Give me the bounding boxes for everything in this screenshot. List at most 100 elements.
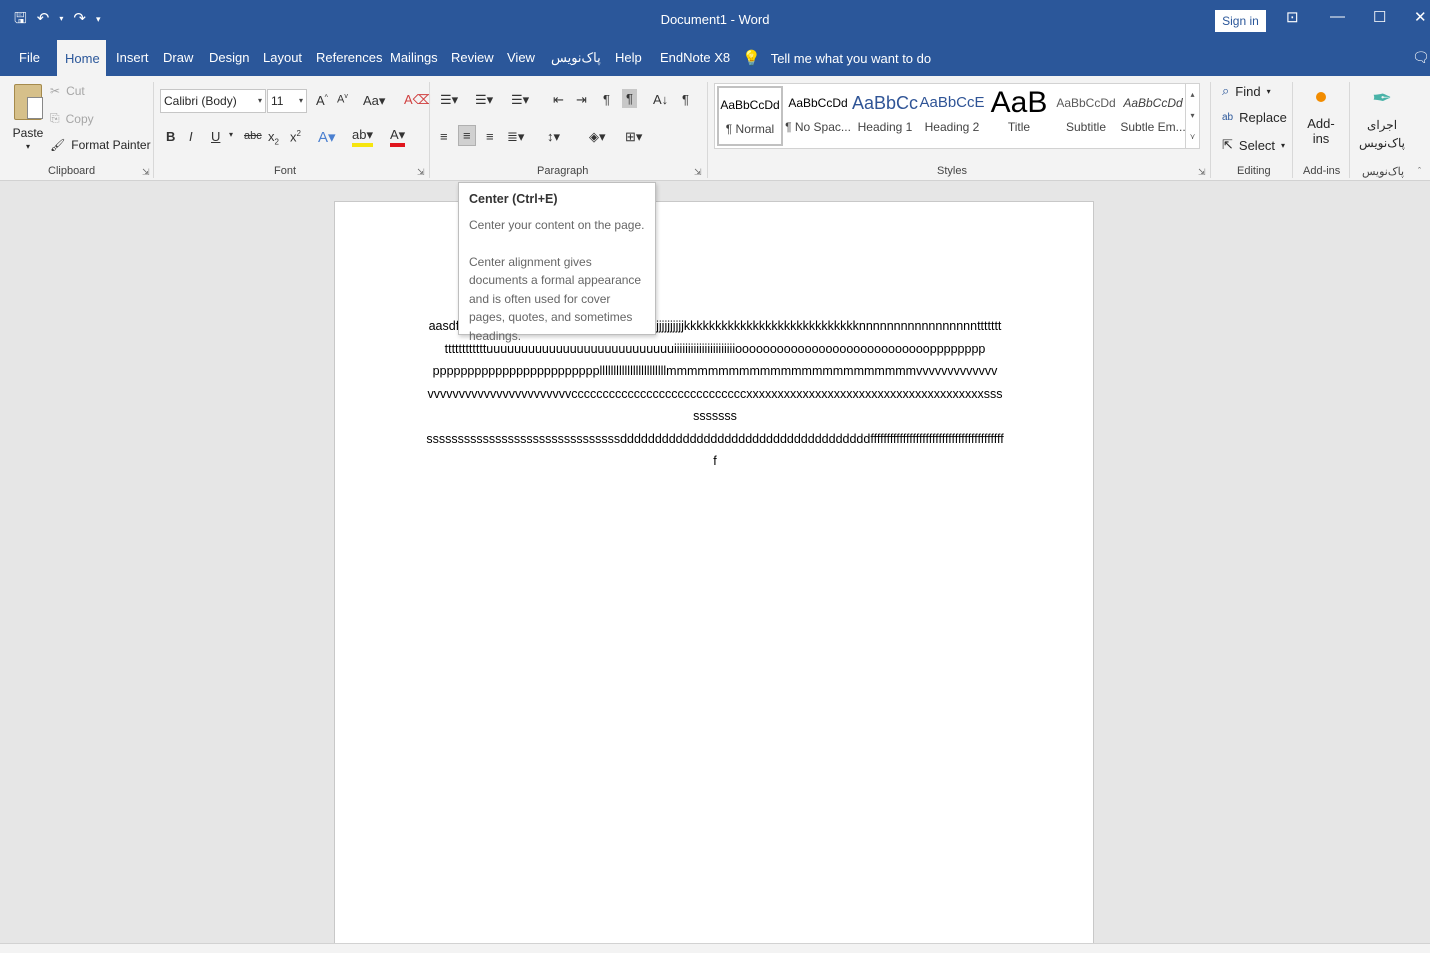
styles-launcher-icon[interactable]: ⇲ [1198,167,1206,178]
replace-button[interactable]: ab Replace [1222,110,1287,125]
maximize-icon[interactable]: ☐ [1373,8,1386,26]
show-formatting-marks-icon[interactable]: ¶ [682,92,689,107]
numbering-icon[interactable]: ☰▾ [475,92,493,108]
styles-scroll[interactable]: ▴ ▾ ⋎ [1185,84,1199,148]
clipboard-launcher-icon[interactable]: ⇲ [142,167,150,178]
font-name-combo[interactable]: Calibri (Body) ▾ [160,89,266,113]
collapse-ribbon-icon[interactable]: ˆ [1418,166,1421,176]
font-name-value: Calibri (Body) [164,94,237,108]
paknevis-run-line1: اجرای [1366,118,1398,132]
close-icon[interactable]: ✕ [1414,8,1427,26]
tab-layout[interactable]: Layout [255,48,310,76]
ribbon-tabs: File Home Insert Draw Design Layout Refe… [0,40,1430,76]
copy-label: Copy [65,111,94,126]
tab-help[interactable]: Help [607,48,650,76]
style-title[interactable]: AaB Title [986,86,1052,146]
paste-button[interactable]: Paste ▾ [10,84,46,151]
align-center-icon[interactable]: ≡ [458,125,476,146]
justify-icon[interactable]: ≣▾ [507,129,524,145]
chevron-down-icon[interactable]: ▾ [229,130,233,139]
add-ins-group-label: Add-ins [1303,165,1341,177]
multilevel-list-icon[interactable]: ☰▾ [511,92,529,108]
ribbon-display-options-icon[interactable]: ⊡ [1286,8,1299,26]
document-page[interactable]: aasdfg jjjjjjjjjjkkkkkkkkkkkkkkkkkkkkkkkk… [334,201,1094,953]
font-launcher-icon[interactable]: ⇲ [417,167,425,178]
tab-endnote[interactable]: EndNote X8 [652,48,738,76]
style-heading-2[interactable]: AaBbCcE Heading 2 [919,86,985,146]
bold-icon[interactable]: B [166,129,175,144]
format-painter-label: Format Painter [71,138,151,152]
separator [1292,82,1293,178]
chevron-down-icon: ▾ [25,142,30,151]
sort-icon[interactable]: A↓ [653,92,668,107]
ltr-direction-icon[interactable]: ¶ [603,92,610,107]
grow-font-icon[interactable]: A^ [316,93,328,108]
tooltip-line-2: Center alignment gives documents a forma… [469,254,642,343]
chevron-down-icon: ▾ [1281,140,1286,150]
add-ins-icon [1316,92,1326,102]
style-normal[interactable]: AaBbCcDd ¶ Normal [717,86,783,146]
tab-file[interactable]: File [11,48,48,76]
separator [429,82,430,178]
style-subtle-emphasis[interactable]: AaBbCcDd Subtle Em... [1120,86,1186,146]
paknevis-run-button[interactable]: ✒ اجرای پاک‌نویس [1354,82,1410,152]
format-painter-button[interactable]: 🖌 Format Painter [50,138,151,152]
select-button[interactable]: ⇱ Select ▾ [1222,137,1285,153]
chevron-down-icon: ▾ [298,96,303,105]
bullets-icon[interactable]: ☰▾ [440,92,458,108]
shrink-font-icon[interactable]: Av [337,93,348,106]
separator [1349,82,1350,178]
rtl-direction-icon[interactable]: ¶ [622,89,637,108]
minimize-icon[interactable]: — [1330,8,1345,25]
clipboard-group-label: Clipboard [48,165,96,177]
cut-button[interactable]: ✂ Cut [50,84,85,98]
underline-icon[interactable]: U [211,129,220,144]
superscript-icon[interactable]: x2 [290,129,301,144]
strikethrough-icon[interactable]: abc [244,130,262,142]
style-subtitle[interactable]: AaBbCcDd Subtitle [1053,86,1119,146]
paste-label: Paste [12,126,44,140]
tab-draw[interactable]: Draw [155,48,201,76]
copy-button[interactable]: ⎘ Copy [50,111,94,126]
add-ins-button[interactable]: Add-ins [1300,88,1342,146]
tab-references[interactable]: References [308,48,390,76]
shading-icon[interactable]: ◈▾ [589,129,606,145]
line-spacing-icon[interactable]: ↕▾ [547,129,560,145]
style-name: Subtle Em... [1120,120,1186,134]
increase-indent-icon[interactable]: ⇥ [576,92,587,108]
highlight-icon[interactable]: ab▾ [352,127,373,147]
tab-design[interactable]: Design [201,48,257,76]
style-no-spacing[interactable]: AaBbCcDd ¶ No Spac... [785,86,851,146]
tab-review[interactable]: Review [443,48,502,76]
title-bar: 🖫 ↶ ▾ ↷ ▾ Document1 - Word Sign in ⊡ — ☐… [0,0,1430,40]
comments-icon[interactable]: 🗨 [1412,49,1430,66]
decrease-indent-icon[interactable]: ⇤ [553,92,564,108]
separator [1210,82,1211,178]
borders-icon[interactable]: ⊞▾ [625,129,642,145]
change-case-icon[interactable]: Aa▾ [363,93,385,109]
style-heading-1[interactable]: AaBbCc Heading 1 [852,86,918,146]
tab-paknevis[interactable]: پاک‌نویس [543,48,609,76]
tab-home[interactable]: Home [57,40,106,76]
italic-icon[interactable]: I [189,129,193,144]
align-left-icon[interactable]: ≡ [440,129,448,144]
subscript-icon[interactable]: x2 [268,129,279,147]
font-size-combo[interactable]: 11 ▾ [267,89,307,113]
font-color-icon[interactable]: A▾ [390,127,406,147]
tab-view[interactable]: View [499,48,543,76]
find-button[interactable]: ⌕ Find ▾ [1222,83,1271,99]
chevron-down-icon: ▾ [257,96,262,105]
sign-in-button[interactable]: Sign in [1215,10,1266,32]
paragraph-launcher-icon[interactable]: ⇲ [694,167,702,178]
tell-me-search[interactable]: 💡 Tell me what you want to do [742,49,931,67]
paintbrush-icon: 🖌 [50,138,66,152]
align-right-icon[interactable]: ≡ [486,129,494,144]
clear-formatting-icon[interactable]: A⌫ [404,92,431,108]
document-line-5: sssssssssssssssssssssssssssssssddddddddd… [426,431,1004,469]
chevron-down-icon: ▾ [1266,86,1271,96]
style-name: ¶ Normal [725,122,775,136]
styles-gallery: AaBbCcDd ¶ Normal AaBbCcDd ¶ No Spac... … [714,83,1200,149]
tab-insert[interactable]: Insert [108,48,157,76]
tab-mailings[interactable]: Mailings [382,48,446,76]
text-effects-icon[interactable]: A▾ [318,128,336,146]
